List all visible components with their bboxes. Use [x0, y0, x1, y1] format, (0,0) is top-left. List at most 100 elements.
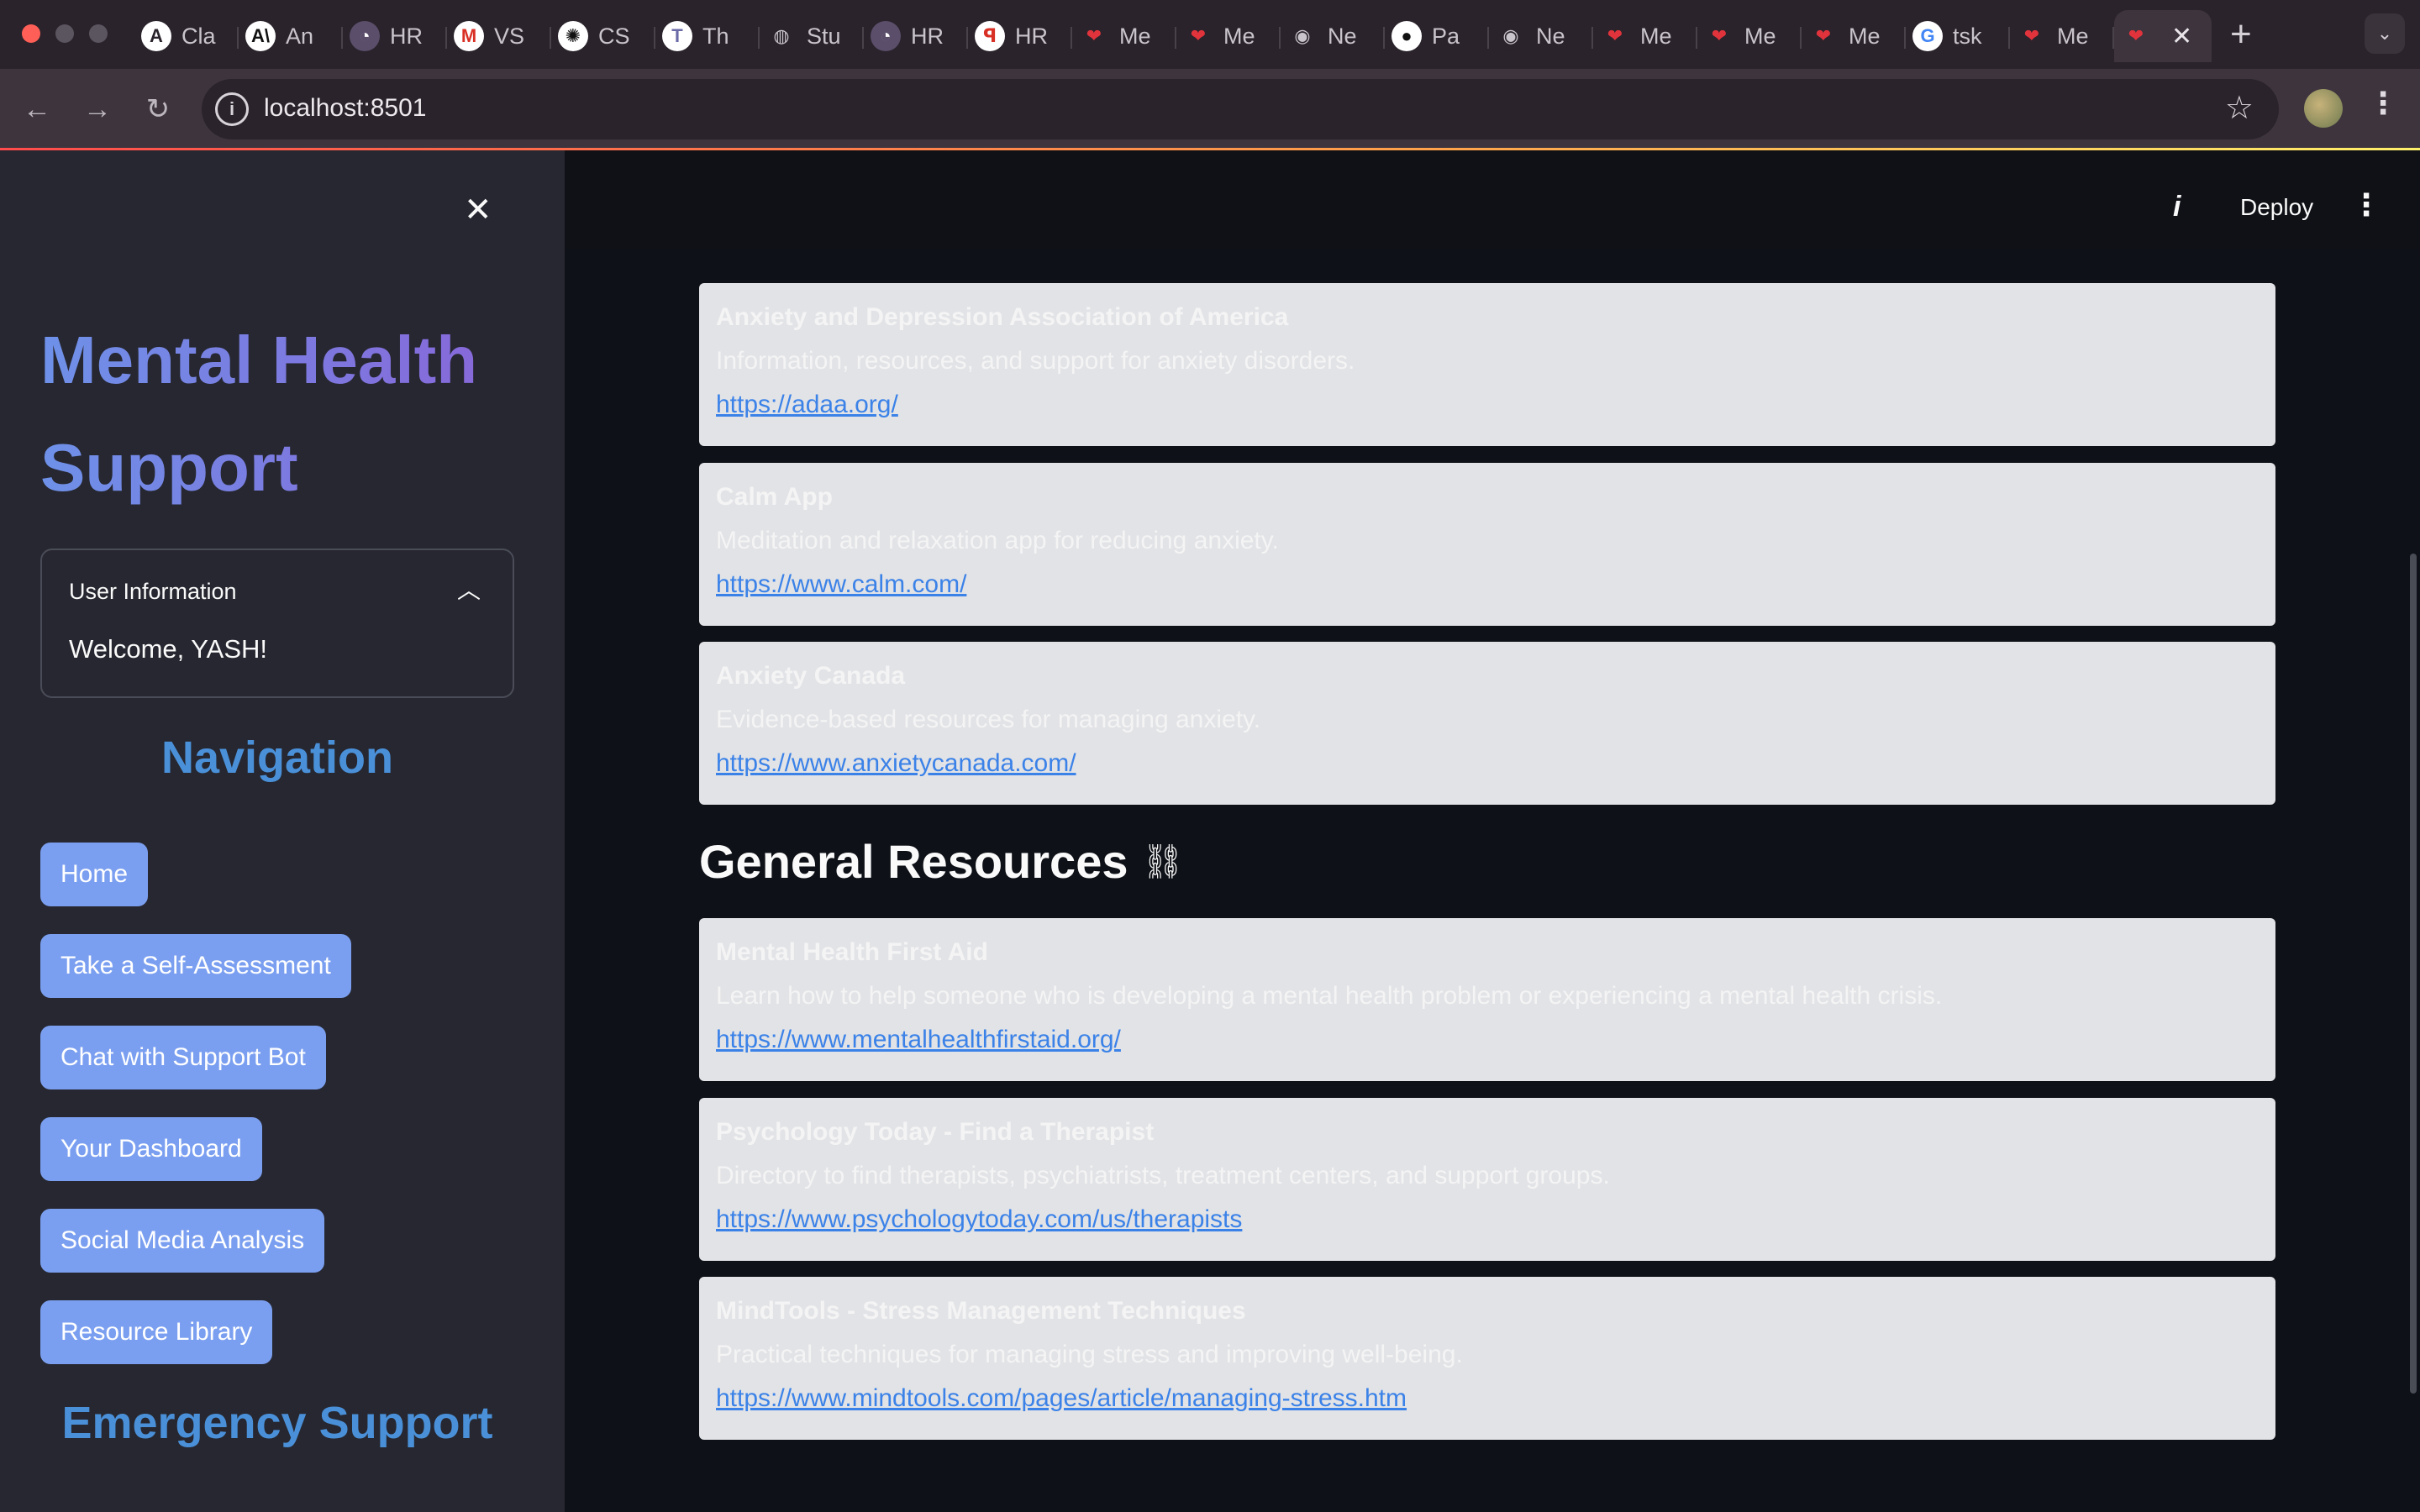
deploy-button[interactable]: Deploy	[2240, 194, 2313, 221]
nav-button-home[interactable]: Home	[40, 843, 149, 906]
tab-title: HR	[1015, 23, 1048, 49]
chrome-icon: ◉	[1496, 21, 1526, 51]
new-tab-button[interactable]: +	[2230, 12, 2252, 57]
browser-tab[interactable]: A\ An	[239, 10, 343, 62]
browser-tab[interactable]: ● Pa	[1385, 10, 1489, 62]
main-scrollbar[interactable]	[2410, 554, 2417, 1394]
emergency-support-heading: Emergency Support	[61, 1398, 493, 1448]
tab-title: Me	[1744, 23, 1776, 49]
hackerrank-icon: ◔	[871, 21, 901, 51]
resource-title: Psychology Today - Find a Therapist	[716, 1118, 1155, 1146]
tab-title: HR	[911, 23, 944, 49]
nav-button-dashboard[interactable]: Your Dashboard	[40, 1117, 262, 1181]
browser-tab[interactable]: ꟼ HR	[968, 10, 1072, 62]
browser-tab[interactable]: M VS	[447, 10, 551, 62]
heart-icon: ❤	[1815, 25, 1832, 46]
forward-button[interactable]: →	[77, 89, 118, 129]
globe-icon: ◍	[766, 21, 797, 51]
window-zoom-dot[interactable]	[89, 24, 108, 43]
browser-tab[interactable]: ◉ Ne	[1489, 10, 1593, 62]
url-text[interactable]: localhost:8501	[264, 94, 426, 123]
browser-tab[interactable]: A Cla	[134, 10, 239, 62]
resource-link[interactable]: https://www.mindtools.com/pages/article/…	[716, 1384, 1407, 1412]
bookmark-star-icon[interactable]: ☆	[2225, 89, 2254, 127]
site-info-icon[interactable]: i	[215, 92, 249, 126]
address-bar[interactable]: i localhost:8501 ☆	[202, 79, 2279, 139]
browser-tab[interactable]: ◔ HR	[864, 10, 968, 62]
tab-title: Me	[1849, 23, 1881, 49]
back-button[interactable]: ←	[17, 89, 57, 129]
browser-tab[interactable]: ❤ Me	[1802, 10, 1906, 62]
resource-card: Anxiety and Depression Association of Am…	[699, 283, 2275, 446]
profile-avatar[interactable]	[2304, 89, 2343, 128]
tab-title: tsk	[1953, 23, 1982, 49]
gmail-icon: M	[454, 21, 484, 51]
chatgpt-icon: ✺	[558, 21, 588, 51]
browser-tab[interactable]: ◍ Stu	[760, 10, 864, 62]
browser-tab[interactable]: ✺ CS	[551, 10, 655, 62]
tab-title: Cla	[182, 23, 216, 49]
app-title: Mental Health Support	[40, 307, 544, 522]
tab-title: VS	[494, 23, 525, 49]
browser-tab[interactable]: ❤ Me	[2010, 10, 2114, 62]
window-minimize-dot[interactable]	[55, 24, 74, 43]
tab-search-button[interactable]: ⌄	[2365, 13, 2405, 54]
resource-link[interactable]: https://www.calm.com/	[716, 570, 966, 598]
resource-card: Anxiety Canada Evidence-based resources …	[699, 642, 2275, 805]
app-header: i Deploy ⋮	[565, 150, 2420, 249]
browser-tab[interactable]: ❤ Me	[1072, 10, 1176, 62]
browser-tab[interactable]: ❤ Me	[1176, 10, 1281, 62]
hackerrank-icon: ◔	[350, 21, 380, 51]
browser-tab-bar: A Cla A\ An ◔ HR M VS ✺ CS T Th ◍ Stu ◔ HR ꟼ HR ❤ Me ❤ Me ◉ Ne ●…	[0, 0, 2420, 69]
heart-icon: ❤	[1711, 25, 1728, 46]
browser-tab[interactable]: ❤ Me	[1593, 10, 1697, 62]
browser-tab[interactable]: ❤ Me	[1697, 10, 1802, 62]
general-resources-heading: General Resources ⛓	[699, 834, 1184, 889]
resource-card: Calm App Meditation and relaxation app f…	[699, 463, 2275, 626]
browser-tab[interactable]: T Th	[655, 10, 760, 62]
tab-title: Ne	[1536, 23, 1565, 49]
tab-title: An	[286, 23, 314, 49]
nav-button-social-media[interactable]: Social Media Analysis	[40, 1209, 325, 1273]
running-info-icon[interactable]: i	[2173, 191, 2181, 223]
tab-active[interactable]: ❤ ✕	[2114, 10, 2212, 62]
tab-title: Me	[2057, 23, 2089, 49]
tab-title: Ne	[1328, 23, 1357, 49]
user-info-expander: User Information ︿ Welcome, YASH!	[40, 549, 514, 698]
browser-tab[interactable]: ◔ HR	[343, 10, 447, 62]
nav-button-resource-library[interactable]: Resource Library	[40, 1300, 273, 1364]
close-tab-icon[interactable]: ✕	[2171, 22, 2192, 51]
tab-title: Me	[1223, 23, 1255, 49]
reload-button[interactable]: ↻	[138, 89, 178, 129]
resource-title: Anxiety Canada	[716, 662, 906, 690]
nav-button-self-assessment[interactable]: Take a Self-Assessment	[40, 934, 351, 998]
main-content: i Deploy ⋮ Anxiety and Depression Associ…	[565, 150, 2420, 1512]
resource-card: Mental Health First Aid Learn how to hel…	[699, 918, 2275, 1081]
resource-description: Meditation and relaxation app for reduci…	[716, 527, 1279, 554]
browser-tab[interactable]: Gtsk	[1906, 10, 2010, 62]
resource-link[interactable]: https://www.mentalhealthfirstaid.org/	[716, 1026, 1121, 1053]
nav-button-support-bot[interactable]: Chat with Support Bot	[40, 1026, 326, 1089]
anchor-link-icon[interactable]: ⛓	[1141, 842, 1184, 881]
resource-link[interactable]: https://www.anxietycanada.com/	[716, 749, 1076, 777]
window-close-dot[interactable]	[22, 24, 40, 43]
heart-icon: ❤	[2128, 25, 2144, 46]
github-icon: ●	[1392, 21, 1422, 51]
claude-icon: A	[141, 21, 171, 51]
google-icon: G	[1912, 21, 1943, 51]
tab-title: Stu	[807, 23, 841, 49]
tab-title: Pa	[1432, 23, 1460, 49]
close-sidebar-icon[interactable]: ✕	[464, 191, 492, 229]
sidebar: ✕ Mental Health Support User Information…	[0, 150, 565, 1512]
chevron-up-icon[interactable]: ︿	[457, 572, 481, 606]
main-menu-icon[interactable]: ⋮	[2351, 187, 2381, 223]
resource-title: Calm App	[716, 483, 833, 511]
browser-tab[interactable]: ◉ Ne	[1281, 10, 1385, 62]
resource-link[interactable]: https://adaa.org/	[716, 391, 898, 418]
browser-menu-icon[interactable]: ⋮	[2368, 86, 2398, 121]
resource-description: Directory to find therapists, psychiatri…	[716, 1162, 1610, 1189]
user-info-header[interactable]: User Information	[69, 579, 237, 605]
tab-title: Me	[1119, 23, 1151, 49]
resource-link[interactable]: https://www.psychologytoday.com/us/thera…	[716, 1205, 1242, 1233]
resource-description: Learn how to help someone who is develop…	[716, 982, 1943, 1010]
